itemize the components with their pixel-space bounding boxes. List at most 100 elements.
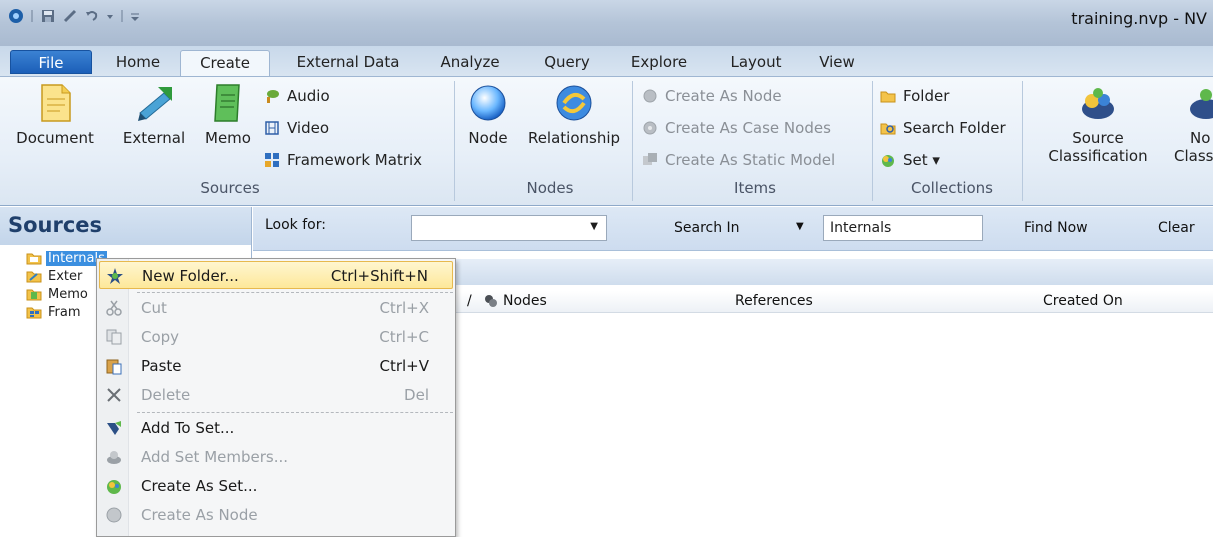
external-label: External — [122, 129, 186, 147]
menu-item-shortcut: Ctrl+Shift+N — [330, 267, 428, 285]
column-nodes-label: Nodes — [503, 293, 547, 309]
framework-matrix-icon — [26, 304, 42, 320]
quick-access-toolbar — [8, 8, 140, 24]
memo-icon — [208, 83, 248, 123]
customize-toolbar-icon[interactable] — [130, 8, 140, 24]
menu-item-label: New Folder... — [142, 267, 239, 285]
menu-item-create-as-set[interactable]: Create As Set... — [99, 472, 453, 500]
window-title: training.nvp - NV — [1071, 9, 1207, 28]
column-created-on[interactable]: Created On — [1043, 293, 1123, 309]
search-in-button[interactable]: Search In — [674, 220, 740, 236]
menu-item-add-set-members[interactable]: Add Set Members... — [99, 443, 453, 471]
column-nodes[interactable]: Nodes — [483, 293, 547, 309]
tab-analyze[interactable]: Analyze — [430, 50, 510, 76]
source-classification-icon — [1078, 83, 1118, 123]
menu-item-label: Add Set Members... — [141, 448, 289, 466]
node-classification-button[interactable]: No Classif — [1168, 83, 1213, 165]
tree-item-label: Memo — [48, 286, 88, 302]
menu-item-label: Add To Set... — [141, 419, 235, 437]
video-label: Video — [287, 119, 330, 137]
framework-matrix-icon — [264, 152, 280, 168]
tab-query[interactable]: Query — [530, 50, 604, 76]
save-icon[interactable] — [40, 8, 56, 24]
column-references[interactable]: References — [735, 293, 813, 309]
ribbon: Document External Memo Audio Video Frame… — [0, 76, 1213, 206]
copy-icon — [105, 328, 123, 346]
menu-item-delete[interactable]: Delete Del — [99, 381, 453, 409]
video-button[interactable]: Video — [264, 117, 329, 139]
add-to-set-icon — [105, 419, 123, 437]
paste-icon — [105, 357, 123, 375]
create-as-node-button[interactable]: Create As Node — [642, 85, 782, 107]
clear-button[interactable]: Clear — [1158, 220, 1195, 236]
folder-label: Folder — [903, 87, 950, 105]
document-icon — [35, 83, 75, 123]
ribbon-tabs: File Home Create External Data Analyze Q… — [0, 46, 1213, 76]
separator-icon — [30, 8, 34, 24]
relationship-button[interactable]: Relationship — [518, 83, 630, 147]
tree-item-internals[interactable]: Internals — [26, 249, 107, 267]
create-as-static-model-label: Create As Static Model — [665, 151, 836, 169]
tree-item-externals[interactable]: Exter — [26, 267, 84, 285]
menu-item-cut[interactable]: Cut Ctrl+X — [99, 294, 453, 322]
sources-group-label: Sources — [200, 179, 260, 197]
collections-group-label: Collections — [910, 179, 993, 197]
node-classification-label-1: No — [1190, 129, 1211, 147]
memo-button[interactable]: Memo — [198, 83, 258, 147]
relationship-icon — [554, 83, 594, 123]
scissors-icon — [105, 299, 123, 317]
audio-label: Audio — [287, 87, 330, 105]
menu-separator — [137, 292, 453, 293]
node-icon — [468, 83, 508, 123]
tree-item-label: Fram — [48, 304, 81, 320]
menu-item-paste[interactable]: Paste Ctrl+V — [99, 352, 453, 380]
tree-item-framework-matrices[interactable]: Fram — [26, 303, 83, 321]
menu-item-new-folder[interactable]: New Folder... Ctrl+Shift+N — [99, 261, 453, 289]
external-icon — [134, 83, 174, 123]
framework-matrix-button[interactable]: Framework Matrix — [264, 149, 422, 171]
edit-icon[interactable] — [62, 8, 78, 24]
menu-item-create-as-node[interactable]: Create As Node — [99, 501, 453, 529]
undo-icon[interactable] — [84, 8, 100, 24]
external-button[interactable]: External — [112, 83, 196, 147]
menu-item-label: Create As Set... — [141, 477, 258, 495]
search-in-field[interactable]: Internals — [823, 215, 983, 241]
app-icon[interactable] — [8, 8, 24, 24]
tab-external-data[interactable]: External Data — [280, 50, 416, 76]
menu-separator — [137, 412, 453, 413]
document-label: Document — [16, 129, 94, 147]
chevron-down-icon[interactable] — [106, 8, 114, 24]
look-for-combo[interactable]: ▼ — [411, 215, 607, 241]
audio-button[interactable]: Audio — [264, 85, 330, 107]
tab-view[interactable]: View — [808, 50, 866, 76]
node-label: Node — [468, 129, 508, 147]
tab-create[interactable]: Create — [180, 50, 270, 76]
video-icon — [264, 120, 280, 136]
static-model-icon — [642, 152, 658, 168]
tree-item-memos[interactable]: Memo — [26, 285, 90, 303]
tab-home[interactable]: Home — [104, 50, 172, 76]
find-now-button[interactable]: Find Now — [1024, 220, 1088, 236]
sources-pane-title: Sources — [8, 213, 103, 237]
menu-item-add-to-set[interactable]: Add To Set... — [99, 414, 453, 442]
menu-item-label: Copy — [141, 328, 180, 346]
folder-button[interactable]: Folder — [880, 85, 949, 107]
node-button[interactable]: Node — [460, 83, 516, 147]
source-classification-button[interactable]: Source Classification — [1030, 83, 1166, 165]
document-button[interactable]: Document — [6, 83, 104, 147]
chevron-down-icon[interactable]: ▼ — [590, 221, 598, 232]
search-in-dropdown-icon[interactable]: ▼ — [796, 221, 804, 232]
tab-file[interactable]: File — [10, 50, 92, 74]
group-divider — [1022, 81, 1023, 201]
tab-layout[interactable]: Layout — [718, 50, 794, 76]
tab-explore[interactable]: Explore — [618, 50, 700, 76]
look-for-label: Look for: — [265, 217, 326, 233]
search-folder-button[interactable]: Search Folder — [880, 117, 1006, 139]
set-button[interactable]: Set ▾ — [880, 149, 940, 171]
framework-matrix-label: Framework Matrix — [287, 151, 423, 169]
menu-item-copy[interactable]: Copy Ctrl+C — [99, 323, 453, 351]
create-as-static-model-button[interactable]: Create As Static Model — [642, 149, 835, 171]
group-divider — [632, 81, 633, 201]
create-as-case-nodes-button[interactable]: Create As Case Nodes — [642, 117, 831, 139]
new-folder-icon — [106, 267, 124, 285]
